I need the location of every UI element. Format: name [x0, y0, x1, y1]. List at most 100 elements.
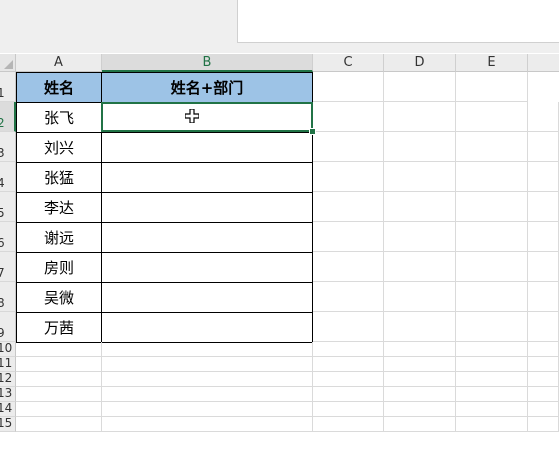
empty-cell[interactable]: [101, 417, 313, 432]
empty-cell[interactable]: [384, 102, 456, 132]
cell-a6[interactable]: 谢远: [16, 222, 102, 253]
empty-cell[interactable]: [528, 312, 559, 342]
empty-cell[interactable]: [313, 357, 384, 372]
empty-cell[interactable]: [101, 357, 313, 372]
empty-cell[interactable]: [528, 357, 559, 372]
empty-cell[interactable]: [384, 192, 456, 222]
empty-cell[interactable]: [528, 372, 559, 387]
empty-cell[interactable]: [456, 282, 528, 312]
column-header-e[interactable]: E: [456, 54, 528, 72]
empty-cell[interactable]: [384, 312, 456, 342]
cell-a9[interactable]: 万茜: [16, 312, 102, 343]
column-header-f[interactable]: [528, 54, 559, 72]
cell-a1[interactable]: 姓名: [16, 72, 102, 103]
empty-cell[interactable]: [528, 252, 559, 282]
empty-cell[interactable]: [528, 387, 559, 402]
cell-a7[interactable]: 房则: [16, 252, 102, 283]
empty-cell[interactable]: [528, 222, 559, 252]
empty-cell[interactable]: [384, 387, 456, 402]
empty-cell[interactable]: [16, 357, 102, 372]
row-header-8[interactable]: 8: [0, 282, 16, 312]
empty-cell[interactable]: [456, 342, 528, 357]
empty-cell[interactable]: [528, 417, 559, 432]
cell-a8[interactable]: 吴微: [16, 282, 102, 313]
empty-cell[interactable]: [384, 222, 456, 252]
empty-cell[interactable]: [384, 282, 456, 312]
cell-d1[interactable]: [384, 72, 456, 102]
empty-cell[interactable]: [101, 402, 313, 417]
empty-cell[interactable]: [313, 387, 384, 402]
empty-cell[interactable]: [528, 282, 559, 312]
cell-b9[interactable]: [101, 312, 313, 343]
empty-cell[interactable]: [456, 192, 528, 222]
empty-cell[interactable]: [456, 417, 528, 432]
empty-cell[interactable]: [456, 252, 528, 282]
select-all-corner[interactable]: [0, 54, 16, 72]
cell-b5[interactable]: [101, 192, 313, 223]
empty-cell[interactable]: [384, 132, 456, 162]
row-header-2[interactable]: 2: [0, 102, 16, 132]
row-header-11[interactable]: 11: [0, 357, 16, 372]
empty-cell[interactable]: [101, 372, 313, 387]
cell-b8[interactable]: [101, 282, 313, 313]
empty-cell[interactable]: [313, 192, 384, 222]
row-header-15[interactable]: 15: [0, 417, 16, 432]
column-header-a[interactable]: A: [16, 54, 102, 72]
empty-cell[interactable]: [101, 387, 313, 402]
empty-cell[interactable]: [528, 162, 559, 192]
cell-b1[interactable]: 姓名+部门: [101, 72, 313, 103]
empty-cell[interactable]: [313, 312, 384, 342]
empty-cell[interactable]: [16, 342, 102, 357]
row-header-13[interactable]: 13: [0, 387, 16, 402]
fill-handle[interactable]: [309, 128, 316, 135]
row-header-7[interactable]: 7: [0, 252, 16, 282]
empty-cell[interactable]: [384, 417, 456, 432]
formula-bar-input[interactable]: [237, 0, 559, 43]
row-header-6[interactable]: 6: [0, 222, 16, 252]
row-header-4[interactable]: 4: [0, 162, 16, 192]
cell-b6[interactable]: [101, 222, 313, 253]
column-header-b[interactable]: B: [102, 54, 313, 72]
empty-cell[interactable]: [313, 252, 384, 282]
row-header-12[interactable]: 12: [0, 372, 16, 387]
empty-cell[interactable]: [384, 342, 456, 357]
empty-cell[interactable]: [456, 312, 528, 342]
empty-cell[interactable]: [313, 402, 384, 417]
empty-cell[interactable]: [16, 402, 102, 417]
cell-a4[interactable]: 张猛: [16, 162, 102, 193]
empty-cell[interactable]: [313, 417, 384, 432]
empty-cell[interactable]: [384, 162, 456, 192]
cell-b3[interactable]: [101, 132, 313, 163]
empty-cell[interactable]: [313, 222, 384, 252]
empty-cell[interactable]: [101, 342, 313, 357]
row-header-9[interactable]: 9: [0, 312, 16, 342]
empty-cell[interactable]: [528, 102, 559, 132]
empty-cell[interactable]: [456, 402, 528, 417]
empty-cell[interactable]: [456, 102, 528, 132]
empty-cell[interactable]: [313, 162, 384, 192]
empty-cell[interactable]: [528, 342, 559, 357]
empty-cell[interactable]: [313, 372, 384, 387]
empty-cell[interactable]: [313, 282, 384, 312]
cell-b4[interactable]: [101, 162, 313, 193]
empty-cell[interactable]: [528, 132, 559, 162]
empty-cell[interactable]: [528, 192, 559, 222]
empty-cell[interactable]: [456, 162, 528, 192]
empty-cell[interactable]: [313, 342, 384, 357]
empty-cell[interactable]: [313, 102, 384, 132]
cell-a5[interactable]: 李达: [16, 192, 102, 223]
empty-cell[interactable]: [16, 387, 102, 402]
empty-cell[interactable]: [456, 372, 528, 387]
cell-a2[interactable]: 张飞: [16, 102, 102, 133]
row-header-1[interactable]: 1: [0, 72, 16, 102]
empty-cell[interactable]: [456, 357, 528, 372]
empty-cell[interactable]: [528, 402, 559, 417]
row-header-5[interactable]: 5: [0, 192, 16, 222]
row-header-10[interactable]: 10: [0, 342, 16, 357]
empty-cell[interactable]: [16, 372, 102, 387]
empty-cell[interactable]: [456, 222, 528, 252]
empty-cell[interactable]: [456, 132, 528, 162]
empty-cell[interactable]: [384, 402, 456, 417]
empty-cell[interactable]: [384, 252, 456, 282]
cell-e1[interactable]: [456, 72, 528, 102]
